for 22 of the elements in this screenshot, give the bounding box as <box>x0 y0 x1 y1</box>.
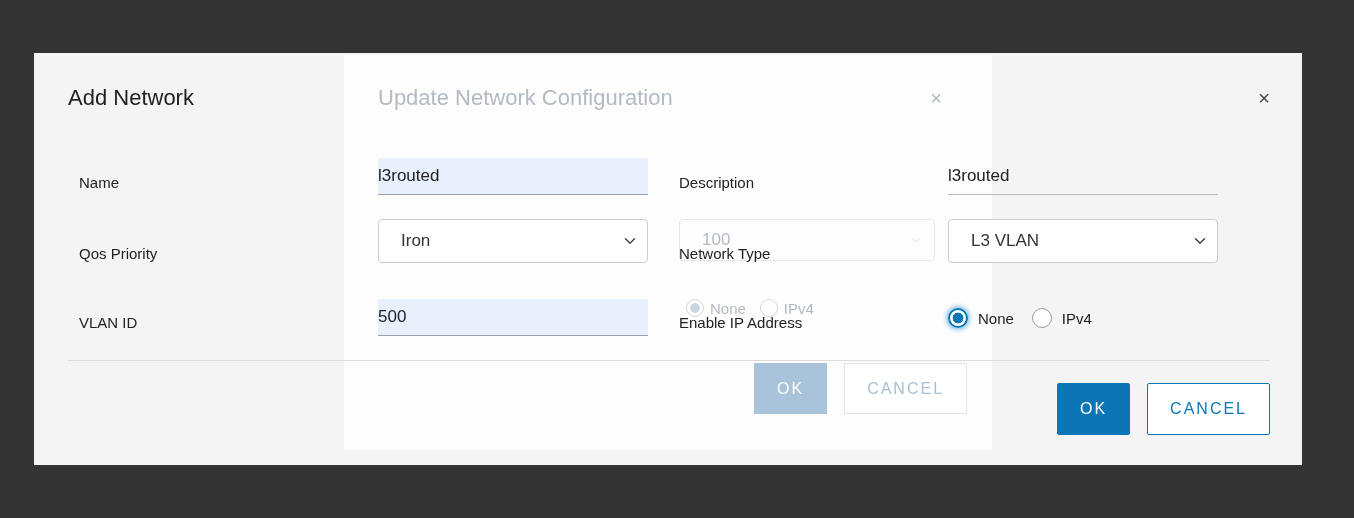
dialog-title: Add Network <box>68 85 194 111</box>
select-field[interactable]: Iron <box>378 219 648 263</box>
background-close-icon: × <box>930 86 942 110</box>
field-label: Qos Priority <box>79 245 158 262</box>
field-label: Name <box>79 174 119 191</box>
select-field[interactable]: L3 VLAN <box>948 219 1218 263</box>
ok-button[interactable]: OK <box>1056 383 1131 435</box>
text-field[interactable]: 500 <box>378 299 648 336</box>
cancel-button[interactable]: CANCEL <box>1147 383 1270 435</box>
field-label: Enable IP Address <box>679 314 803 331</box>
field-label: Network Type <box>679 245 771 262</box>
close-button[interactable]: × <box>1258 86 1270 110</box>
text-field[interactable]: l3routed <box>378 158 648 195</box>
field-label: Description <box>679 174 755 191</box>
background-dialog-title: Update Network Configuration <box>378 85 673 111</box>
text-field[interactable]: l3routed <box>948 158 1218 195</box>
background-radio-option: IPv4 <box>759 299 814 317</box>
background-radio-option: None <box>686 299 746 317</box>
radio-option[interactable]: IPv4 <box>1031 308 1092 328</box>
field-label: VLAN ID <box>79 314 138 331</box>
radio-button[interactable] <box>1031 308 1052 328</box>
radio-option[interactable]: None <box>948 308 1014 328</box>
